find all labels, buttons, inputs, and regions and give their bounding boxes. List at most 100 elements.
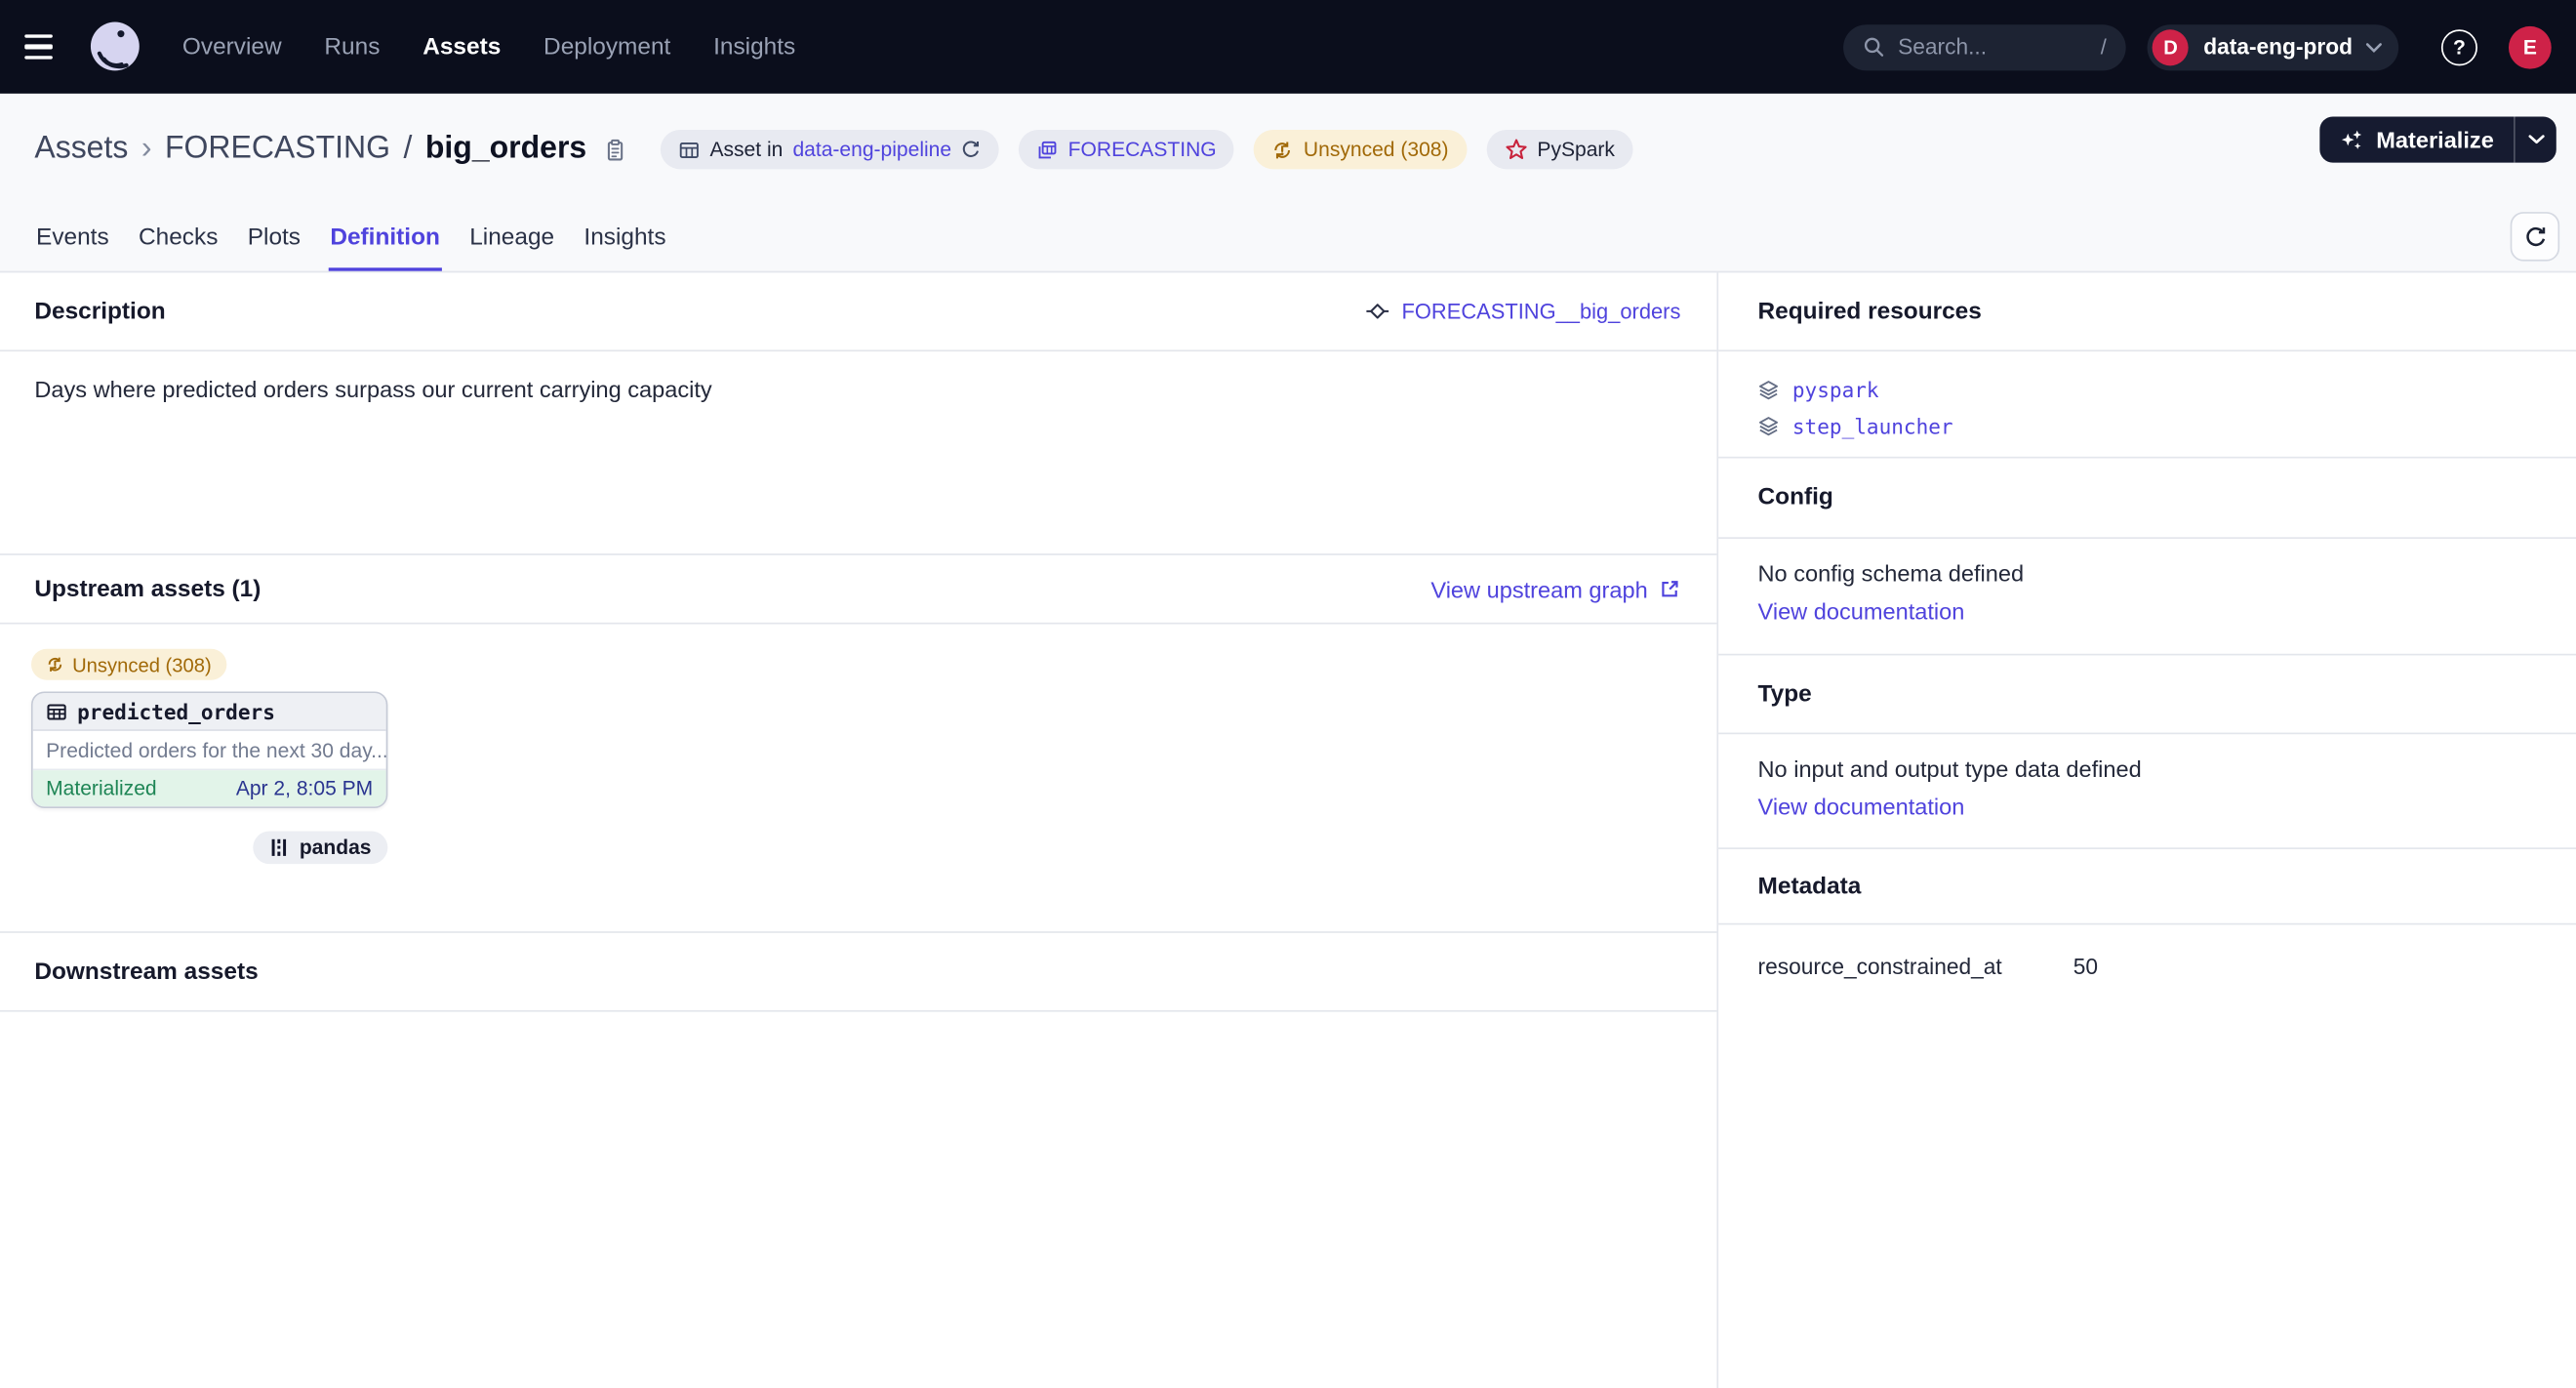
- tag-compute-kind[interactable]: PySpark: [1486, 130, 1632, 169]
- search-icon: [1864, 36, 1885, 58]
- downstream-title: Downstream assets: [34, 959, 258, 985]
- pandas-icon: [270, 837, 290, 857]
- tab-events[interactable]: Events: [34, 205, 110, 270]
- job-icon: [1366, 299, 1390, 323]
- job-link-label: FORECASTING__big_orders: [1402, 299, 1681, 323]
- search-shortcut: /: [2101, 34, 2107, 59]
- nav-insights[interactable]: Insights: [713, 33, 795, 60]
- workspace-label: data-eng-prod: [2203, 34, 2353, 59]
- content: Description FORECASTING__big_orders Days…: [0, 272, 2576, 1388]
- materialized-timestamp[interactable]: Apr 2, 8:05 PM: [236, 777, 373, 800]
- pandas-kind-label: pandas: [300, 837, 372, 860]
- dagster-logo-icon[interactable]: [87, 19, 142, 74]
- metadata-title: Metadata: [1758, 873, 1862, 899]
- table-icon: [678, 139, 700, 160]
- tab-plots[interactable]: Plots: [246, 205, 302, 270]
- pandas-kind-tag[interactable]: pandas: [254, 832, 388, 865]
- sync-alert-icon: [1272, 139, 1294, 160]
- resource-row: pyspark: [1758, 371, 2576, 407]
- downstream-body: [0, 1012, 1716, 1388]
- tag-compute-label: PySpark: [1537, 138, 1615, 161]
- description-body: Days where predicted orders surpass our …: [0, 351, 1716, 553]
- sparkles-icon: [2340, 127, 2364, 151]
- view-upstream-graph-label: View upstream graph: [1430, 576, 1647, 602]
- metadata-value: 50: [2073, 955, 2098, 979]
- tab-insights[interactable]: Insights: [583, 205, 668, 270]
- tag-asset-in-prefix: Asset in: [709, 138, 783, 161]
- pipeline-link[interactable]: data-eng-pipeline: [792, 138, 951, 161]
- upstream-unsynced-tag: Unsynced (308): [31, 649, 226, 680]
- upstream-body: Unsynced (308) predicted_orders Predicte…: [0, 624, 1716, 931]
- metadata-header: Metadata: [1718, 847, 2576, 924]
- sync-alert-icon: [46, 655, 64, 674]
- job-link[interactable]: FORECASTING__big_orders: [1366, 299, 1681, 323]
- asset-group-icon: [1037, 139, 1059, 160]
- asset-card-name: predicted_orders: [77, 699, 275, 723]
- metadata-key: resource_constrained_at: [1758, 955, 2073, 979]
- breadcrumb: Assets › FORECASTING / big_orders: [34, 132, 586, 168]
- tag-unsynced-label: Unsynced (308): [1304, 138, 1449, 161]
- resource-link-pyspark[interactable]: pyspark: [1792, 377, 1879, 401]
- asset-card-desc: Predicted orders for the next 30 day...: [33, 731, 386, 770]
- breadcrumb-assets-link[interactable]: Assets: [34, 132, 128, 168]
- refresh-small-icon: [961, 140, 981, 159]
- downstream-header: Downstream assets: [0, 931, 1716, 1011]
- type-title: Type: [1758, 681, 1812, 708]
- materialize-dropdown-caret[interactable]: [2514, 116, 2556, 162]
- asset-tags: Asset in data-eng-pipeline FORECASTING U…: [661, 130, 1633, 169]
- config-header: Config: [1718, 457, 2576, 539]
- config-body: No config schema defined View documentat…: [1718, 539, 2576, 654]
- breadcrumb-separator: ›: [141, 132, 152, 168]
- breadcrumb-group: FORECASTING: [165, 132, 390, 168]
- resources-title: Required resources: [1758, 298, 1982, 324]
- asset-card-status: Materialized Apr 2, 8:05 PM: [33, 770, 386, 806]
- config-title: Config: [1758, 484, 1833, 510]
- resource-row: step_launcher: [1758, 407, 2576, 443]
- metadata-row: resource_constrained_at 50: [1758, 955, 2576, 979]
- search-input[interactable]: Search... /: [1844, 23, 2127, 69]
- copy-icon[interactable]: [603, 138, 627, 162]
- materialize-button[interactable]: Materialize: [2320, 116, 2514, 162]
- tag-group[interactable]: FORECASTING: [1019, 130, 1234, 169]
- type-body: No input and output type data defined Vi…: [1718, 734, 2576, 847]
- config-docs-link[interactable]: View documentation: [1758, 598, 1965, 625]
- upstream-title: Upstream assets (1): [34, 576, 261, 602]
- menu-icon[interactable]: [24, 27, 63, 66]
- nav-overview[interactable]: Overview: [182, 33, 282, 60]
- help-icon[interactable]: ?: [2441, 28, 2477, 64]
- resources-header: Required resources: [1718, 272, 2576, 351]
- resource-layers-icon: [1758, 379, 1780, 400]
- tab-lineage[interactable]: Lineage: [468, 205, 556, 270]
- tag-group-label: FORECASTING: [1068, 138, 1217, 161]
- search-placeholder: Search...: [1898, 34, 1987, 59]
- tab-definition[interactable]: Definition: [329, 205, 442, 270]
- tab-bar: Events Checks Plots Definition Lineage I…: [0, 205, 2576, 272]
- user-avatar[interactable]: E: [2509, 25, 2552, 68]
- resource-link-step-launcher[interactable]: step_launcher: [1792, 413, 1953, 437]
- workspace-switcher[interactable]: D data-eng-prod: [2148, 23, 2398, 69]
- config-empty-text: No config schema defined: [1758, 560, 2576, 587]
- left-column: Description FORECASTING__big_orders Days…: [0, 272, 1716, 1388]
- materialize-label: Materialize: [2376, 127, 2494, 153]
- nav-deployment[interactable]: Deployment: [543, 33, 670, 60]
- top-nav: Overview Runs Assets Deployment Insights…: [0, 0, 2576, 94]
- nav-assets[interactable]: Assets: [423, 33, 501, 60]
- nav-runs[interactable]: Runs: [324, 33, 380, 60]
- description-header: Description FORECASTING__big_orders: [0, 272, 1716, 351]
- chevron-down-icon: [2365, 42, 2382, 52]
- upstream-asset-card[interactable]: predicted_orders Predicted orders for th…: [31, 691, 387, 807]
- breadcrumb-slash: /: [403, 132, 412, 168]
- upstream-header: Upstream assets (1) View upstream graph: [0, 553, 1716, 624]
- refresh-button[interactable]: [2511, 212, 2560, 261]
- upstream-unsynced-label: Unsynced (308): [72, 653, 212, 676]
- nav-right: Search... / D data-eng-prod ? E: [1844, 23, 2552, 69]
- dagster-asset-page: Overview Runs Assets Deployment Insights…: [0, 0, 2576, 1388]
- tab-checks[interactable]: Checks: [137, 205, 220, 270]
- view-upstream-graph-link[interactable]: View upstream graph: [1430, 576, 1680, 602]
- tag-unsynced[interactable]: Unsynced (308): [1254, 130, 1467, 169]
- workspace-badge: D: [2153, 28, 2189, 64]
- primary-nav: Overview Runs Assets Deployment Insights: [182, 33, 795, 60]
- page-title: big_orders: [425, 132, 586, 168]
- tag-asset-in-job[interactable]: Asset in data-eng-pipeline: [661, 130, 999, 169]
- type-docs-link[interactable]: View documentation: [1758, 794, 1965, 820]
